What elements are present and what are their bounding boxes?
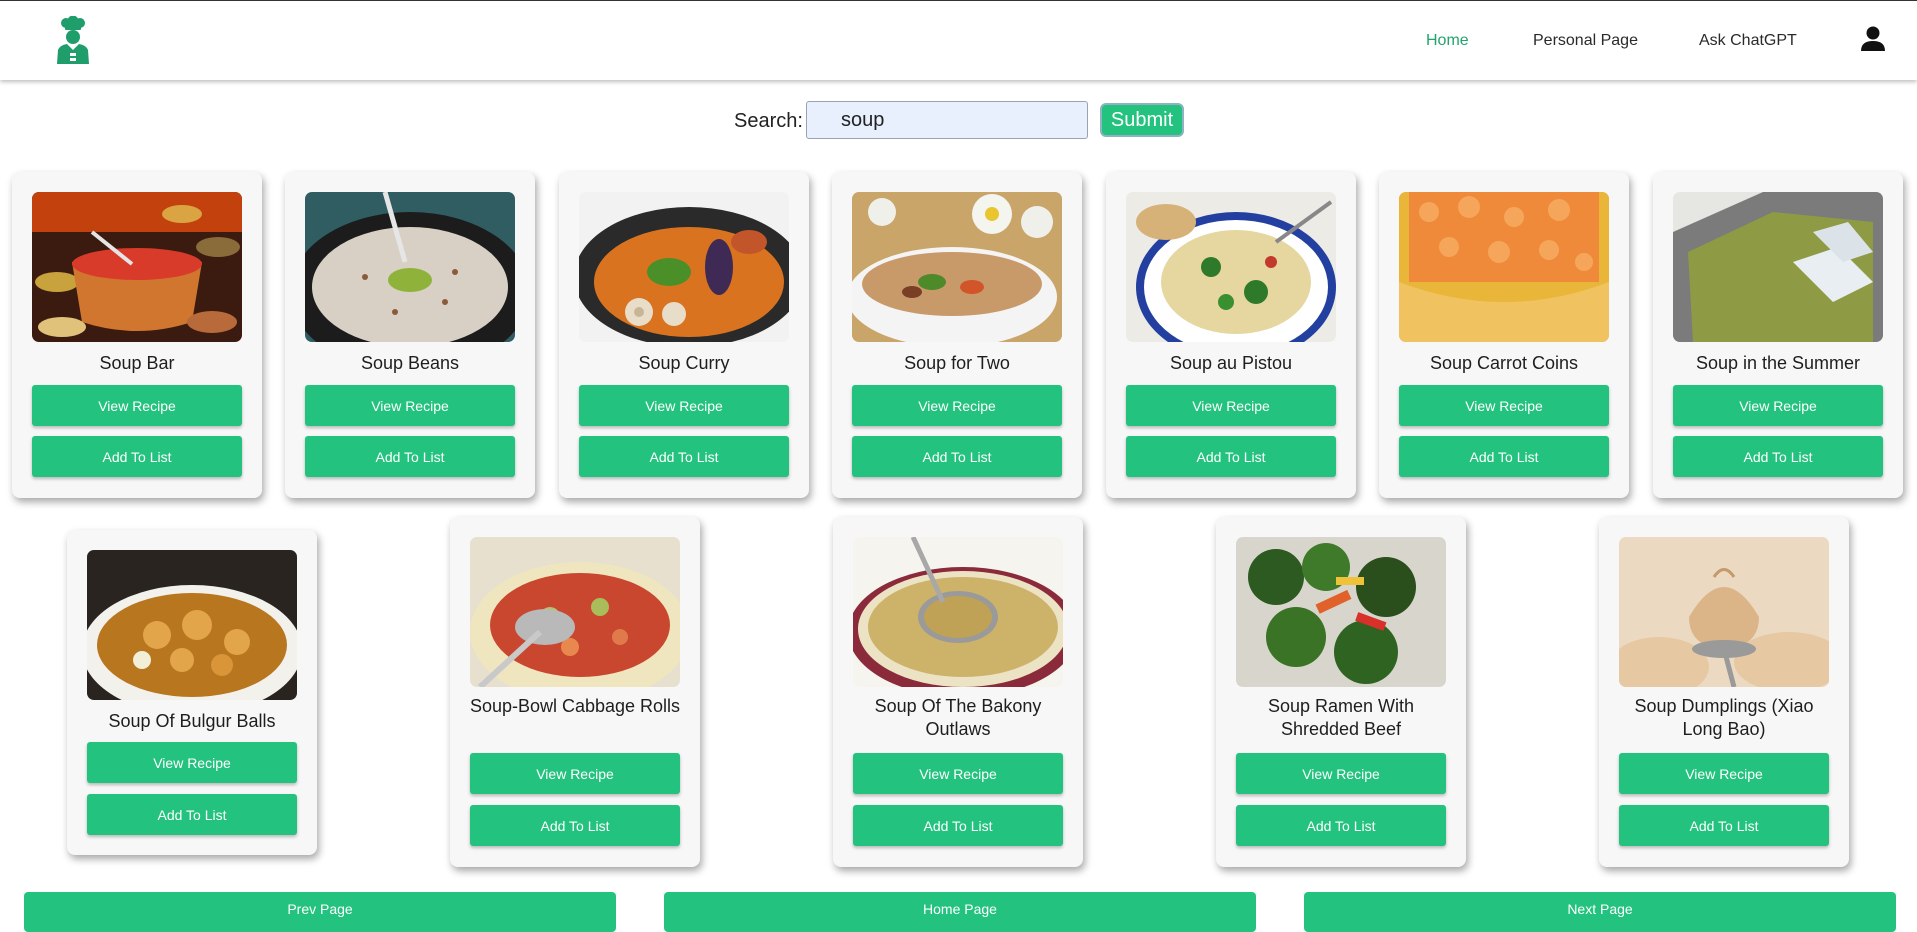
add-to-list-button[interactable]: Add To List <box>1236 805 1446 846</box>
recipe-image[interactable] <box>852 192 1062 342</box>
recipe-title: Soup Of The Bakony Outlaws <box>874 696 1042 739</box>
add-to-list-button[interactable]: Add To List <box>853 805 1063 846</box>
submit-button[interactable]: Submit <box>1100 103 1184 137</box>
recipe-card: Soup for Two View Recipe Add To List <box>832 172 1082 498</box>
view-recipe-button[interactable]: View Recipe <box>87 742 297 783</box>
recipe-card: Soup Carrot Coins View Recipe Add To Lis… <box>1379 172 1629 498</box>
add-to-list-button[interactable]: Add To List <box>87 794 297 835</box>
recipe-image[interactable] <box>305 192 515 342</box>
recipe-title: Soup Curry <box>638 353 730 373</box>
nav-link-ask-chatgpt[interactable]: Ask ChatGPT <box>1699 32 1797 50</box>
view-recipe-button[interactable]: View Recipe <box>579 385 789 426</box>
recipe-title: Soup Ramen With Shredded Beef <box>1267 696 1415 739</box>
add-to-list-button[interactable]: Add To List <box>852 436 1062 477</box>
recipe-image[interactable] <box>1399 192 1609 342</box>
recipe-title: Soup-Bowl Cabbage Rolls <box>469 696 681 716</box>
add-to-list-button[interactable]: Add To List <box>1399 436 1609 477</box>
view-recipe-button[interactable]: View Recipe <box>1126 385 1336 426</box>
recipe-image[interactable] <box>853 537 1063 687</box>
recipe-card: Soup Dumplings (Xiao Long Bao) View Reci… <box>1599 517 1849 867</box>
recipe-card: Soup-Bowl Cabbage Rolls View Recipe Add … <box>450 517 700 867</box>
recipe-title: Soup Carrot Coins <box>1429 353 1579 373</box>
recipe-card: Soup Curry View Recipe Add To List <box>559 172 809 498</box>
search-label: Search: <box>734 110 803 132</box>
user-icon[interactable] <box>1860 26 1886 52</box>
recipe-image[interactable] <box>1236 537 1446 687</box>
recipe-title: Soup Of Bulgur Balls <box>108 711 276 731</box>
add-to-list-button[interactable]: Add To List <box>579 436 789 477</box>
recipe-card: Soup Beans View Recipe Add To List <box>285 172 535 498</box>
recipe-title: Soup Beans <box>360 353 460 373</box>
recipe-image[interactable] <box>87 550 297 700</box>
recipe-title: Soup Bar <box>99 353 175 373</box>
search-input[interactable] <box>806 101 1088 139</box>
search-bar: Search: Submit <box>0 100 1917 140</box>
recipe-image[interactable] <box>32 192 242 342</box>
add-to-list-button[interactable]: Add To List <box>470 805 680 846</box>
recipe-image[interactable] <box>470 537 680 687</box>
add-to-list-button[interactable]: Add To List <box>305 436 515 477</box>
recipe-image[interactable] <box>579 192 789 342</box>
recipe-card: Soup Of Bulgur Balls View Recipe Add To … <box>67 530 317 855</box>
view-recipe-button[interactable]: View Recipe <box>852 385 1062 426</box>
add-to-list-button[interactable]: Add To List <box>1126 436 1336 477</box>
view-recipe-button[interactable]: View Recipe <box>853 753 1063 794</box>
recipe-title: Soup au Pistou <box>1169 353 1293 373</box>
recipe-image[interactable] <box>1126 192 1336 342</box>
add-to-list-button[interactable]: Add To List <box>1619 805 1829 846</box>
view-recipe-button[interactable]: View Recipe <box>305 385 515 426</box>
recipe-card: Soup Bar View Recipe Add To List <box>12 172 262 498</box>
recipe-card: Soup Ramen With Shredded Beef View Recip… <box>1216 517 1466 867</box>
view-recipe-button[interactable]: View Recipe <box>32 385 242 426</box>
home-page-button[interactable]: Home Page <box>664 892 1256 932</box>
recipe-title: Soup in the Summer <box>1695 353 1861 373</box>
add-to-list-button[interactable]: Add To List <box>1673 436 1883 477</box>
prev-page-button[interactable]: Prev Page <box>24 892 616 932</box>
recipe-image[interactable] <box>1619 537 1829 687</box>
next-page-button[interactable]: Next Page <box>1304 892 1896 932</box>
view-recipe-button[interactable]: View Recipe <box>1236 753 1446 794</box>
recipe-card: Soup Of The Bakony Outlaws View Recipe A… <box>833 517 1083 867</box>
recipe-title: Soup Dumplings (Xiao Long Bao) <box>1634 696 1814 739</box>
recipe-card: Soup in the Summer View Recipe Add To Li… <box>1653 172 1903 498</box>
recipe-image[interactable] <box>1673 192 1883 342</box>
nav-link-personal-page[interactable]: Personal Page <box>1533 32 1638 50</box>
recipe-title: Soup for Two <box>904 353 1010 373</box>
add-to-list-button[interactable]: Add To List <box>32 436 242 477</box>
view-recipe-button[interactable]: View Recipe <box>470 753 680 794</box>
navbar: Home Personal Page Ask ChatGPT <box>0 0 1917 80</box>
recipe-card: Soup au Pistou View Recipe Add To List <box>1106 172 1356 498</box>
view-recipe-button[interactable]: View Recipe <box>1673 385 1883 426</box>
view-recipe-button[interactable]: View Recipe <box>1399 385 1609 426</box>
nav-link-home[interactable]: Home <box>1426 32 1469 50</box>
view-recipe-button[interactable]: View Recipe <box>1619 753 1829 794</box>
chef-icon[interactable] <box>54 16 92 64</box>
